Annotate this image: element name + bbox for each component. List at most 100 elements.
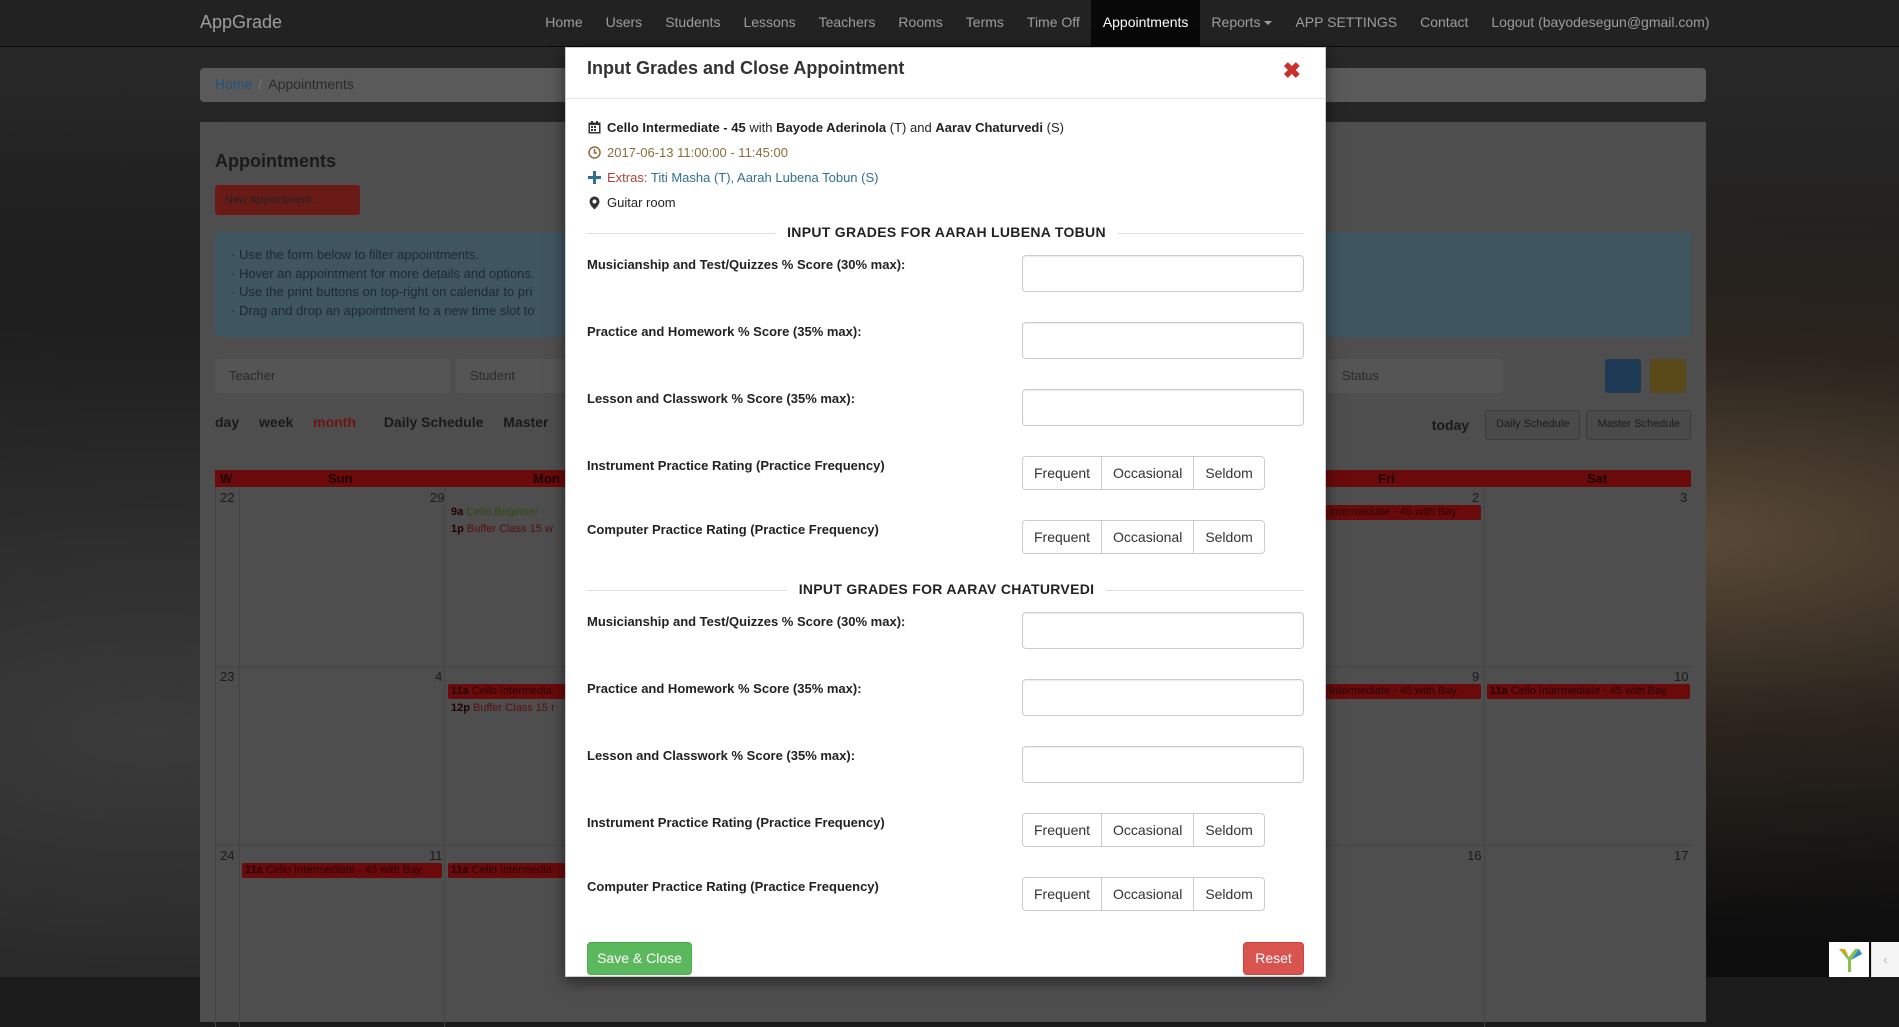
nav-students[interactable]: Students <box>654 0 732 47</box>
nav-logout[interactable]: Logout (bayodesegun@gmail.com) <box>1480 0 1721 47</box>
view-month[interactable]: month <box>313 414 356 430</box>
save-close-button[interactable]: Save & Close <box>587 942 692 975</box>
practice-score-input[interactable] <box>1022 322 1304 359</box>
nav-teachers[interactable]: Teachers <box>807 0 887 47</box>
rating-option-frequent[interactable]: Frequent <box>1022 520 1103 554</box>
nav-rooms[interactable]: Rooms <box>887 0 954 47</box>
field-label: Lesson and Classwork % Score (35% max): <box>587 391 856 406</box>
event-title: Buffer Class 15 w <box>466 523 553 535</box>
section-heading: INPUT GRADES FOR AARAV CHATURVEDI <box>566 581 1327 597</box>
section-heading-text: INPUT GRADES FOR AARAH LUBENA TOBUN <box>775 224 1118 240</box>
today-button[interactable]: today <box>1422 410 1479 440</box>
instrument-practice-rating: Frequent Occasional Seldom <box>1022 456 1265 490</box>
status-filter[interactable]: Status <box>1328 359 1503 393</box>
practice-score-input[interactable] <box>1022 679 1304 716</box>
room-name: Guitar room <box>607 195 676 210</box>
rating-option-occasional[interactable]: Occasional <box>1101 456 1195 490</box>
student-filter[interactable]: Student <box>456 359 576 393</box>
day-header-sun: Sun <box>328 471 353 486</box>
event-title: Cello Intermedia <box>471 685 552 697</box>
day-number: 2 <box>1472 490 1480 505</box>
nav-home[interactable]: Home <box>534 0 594 47</box>
day-header-sat: Sat <box>1587 471 1608 486</box>
field-label: Musicianship and Test/Quizzes % Score (3… <box>587 257 906 272</box>
calendar-event[interactable]: Intermediate - 45 with Bay <box>1326 505 1481 520</box>
section-heading-text: INPUT GRADES FOR AARAV CHATURVEDI <box>786 581 1107 597</box>
print-buttons: today Daily Schedule Master Schedule <box>1422 410 1691 440</box>
brand-logo[interactable]: AppGrade <box>200 12 282 33</box>
rating-option-frequent[interactable]: Frequent <box>1022 456 1103 490</box>
view-day[interactable]: day <box>215 414 239 430</box>
nav-menu: Home Users Students Lessons Teachers Roo… <box>534 0 1721 47</box>
day-header-fri: Fri <box>1378 471 1395 486</box>
day-number: 10 <box>1674 669 1689 684</box>
rating-option-frequent[interactable]: Frequent <box>1022 877 1103 911</box>
section-heading: INPUT GRADES FOR AARAH LUBENA TOBUN <box>566 224 1327 240</box>
with-word: with <box>749 120 773 135</box>
event-title: Intermediate - 45 with Bay <box>1329 506 1457 518</box>
top-navbar: AppGrade Home Users Students Lessons Tea… <box>0 0 1899 47</box>
map-marker-icon <box>587 196 601 210</box>
event-title: Cello Beginner - <box>466 506 546 518</box>
day-number: 17 <box>1674 848 1689 863</box>
day-number: 29 <box>430 490 445 505</box>
nav-time-off[interactable]: Time Off <box>1015 0 1091 47</box>
day-number: 4 <box>435 669 443 684</box>
nav-reports[interactable]: Reports <box>1200 0 1284 47</box>
print-daily-schedule-button[interactable]: Daily Schedule <box>1485 410 1581 440</box>
page-title: Appointments <box>215 151 336 171</box>
musicianship-score-input[interactable] <box>1022 255 1304 292</box>
print-master-schedule-button[interactable]: Master Schedule <box>1586 410 1691 440</box>
nav-terms[interactable]: Terms <box>954 0 1015 47</box>
lesson-name: Cello Intermediate - 45 <box>607 120 746 135</box>
rating-option-occasional[interactable]: Occasional <box>1101 520 1195 554</box>
grid-line <box>239 487 240 1027</box>
yii-logo-icon[interactable] <box>1829 942 1869 977</box>
rating-option-seldom[interactable]: Seldom <box>1193 877 1265 911</box>
calendar-event[interactable]: 11a Cello Intermediate - 45 with Bay <box>1487 684 1690 699</box>
nav-lessons[interactable]: Lessons <box>732 0 807 47</box>
new-appointment-button[interactable]: New Appointment... <box>215 185 360 215</box>
event-title: Buffer Class 15 r <box>473 702 555 714</box>
calendar-event[interactable]: 11a Cello Intermediate - 45 with Bay <box>242 863 442 878</box>
chevron-left-icon[interactable]: ‹ <box>1871 942 1899 977</box>
teacher-filter[interactable]: Teacher <box>215 359 450 393</box>
musicianship-score-input[interactable] <box>1022 612 1304 649</box>
appointment-room: Guitar room <box>587 195 676 210</box>
field-label: Practice and Homework % Score (35% max): <box>587 324 862 339</box>
lesson-score-input[interactable] <box>1022 746 1304 783</box>
rating-option-seldom[interactable]: Seldom <box>1193 456 1265 490</box>
close-icon[interactable]: ✖ <box>1283 58 1301 84</box>
appointment-summary: Cello Intermediate - 45 with Bayode Ader… <box>587 120 1064 135</box>
rating-label: Computer Practice Rating (Practice Frequ… <box>587 879 879 894</box>
grid-line <box>1484 487 1485 1027</box>
day-number: 3 <box>1680 490 1688 505</box>
nav-users[interactable]: Users <box>594 0 654 47</box>
rating-option-seldom[interactable]: Seldom <box>1193 520 1265 554</box>
filter-button[interactable] <box>1605 359 1641 393</box>
rating-option-seldom[interactable]: Seldom <box>1193 813 1265 847</box>
nav-app-settings[interactable]: APP SETTINGS <box>1284 0 1409 47</box>
event-time: 11a <box>1490 685 1508 697</box>
nav-appointments[interactable]: Appointments <box>1091 0 1200 47</box>
appointment-datetime: 2017-06-13 11:00:00 - 11:45:00 <box>587 145 788 160</box>
rating-option-occasional[interactable]: Occasional <box>1101 877 1195 911</box>
daily-schedule-link[interactable]: Daily Schedule <box>384 414 484 430</box>
reset-filter-button[interactable] <box>1650 359 1686 393</box>
view-week[interactable]: week <box>259 414 293 430</box>
master-schedule-link[interactable]: Master <box>503 414 548 430</box>
rating-option-frequent[interactable]: Frequent <box>1022 813 1103 847</box>
breadcrumb-home[interactable]: Home <box>215 76 252 92</box>
calendar-view-switch: day week month Daily Schedule Master <box>215 414 564 430</box>
day-number: 16 <box>1467 848 1482 863</box>
lesson-score-input[interactable] <box>1022 389 1304 426</box>
modal-title: Input Grades and Close Appointment <box>587 58 905 78</box>
week-number: 22 <box>220 490 235 505</box>
breadcrumb-current: Appointments <box>268 76 354 92</box>
reset-button[interactable]: Reset <box>1243 942 1304 975</box>
event-time: 9a <box>451 506 464 518</box>
calendar-event[interactable]: Intermediate - 45 with Bay <box>1326 684 1481 699</box>
rating-option-occasional[interactable]: Occasional <box>1101 813 1195 847</box>
nav-contact[interactable]: Contact <box>1409 0 1480 47</box>
event-title: Intermediate - 45 with Bay <box>1329 685 1457 697</box>
